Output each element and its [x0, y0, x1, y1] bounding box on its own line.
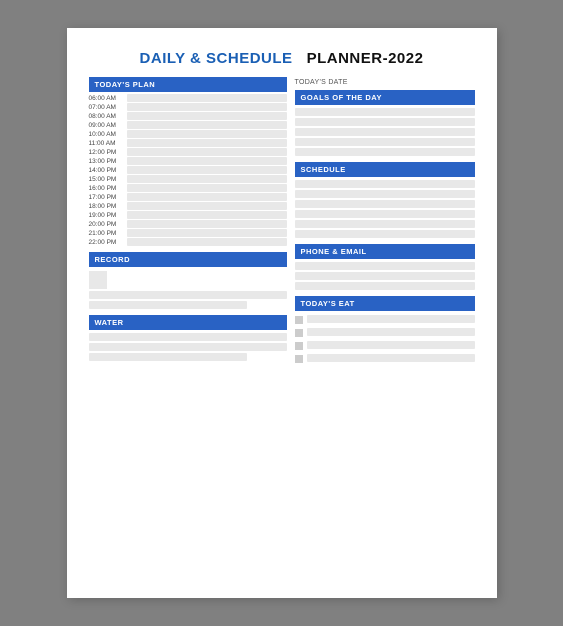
- time-row: 21:00 PM: [89, 229, 287, 237]
- eat-line-1: [307, 315, 475, 323]
- time-line: [127, 175, 287, 183]
- time-label: 10:00 AM: [89, 131, 127, 138]
- time-line: [127, 148, 287, 156]
- eat-checkbox-3: [295, 342, 303, 350]
- time-label: 22:00 PM: [89, 239, 127, 246]
- water-line-3: [89, 353, 247, 361]
- time-label: 15:00 PM: [89, 176, 127, 183]
- schedule-line-5: [295, 220, 475, 228]
- eat-row-3: [295, 341, 475, 351]
- time-label: 19:00 PM: [89, 212, 127, 219]
- time-label: 13:00 PM: [89, 158, 127, 165]
- time-line: [127, 130, 287, 138]
- time-slots: 06:00 AM 07:00 AM 08:00 AM 09:00 AM 10:00 AM…: [89, 94, 287, 246]
- time-row: 18:00 PM: [89, 202, 287, 210]
- eat-checkbox-4: [295, 355, 303, 363]
- time-row: 17:00 PM: [89, 193, 287, 201]
- record-line-2: [89, 301, 247, 309]
- page-title: DAILY & SCHEDULE PLANNER-2022: [89, 50, 475, 67]
- phone-email-header: PHONE & EMAIL: [295, 244, 475, 259]
- time-row: 14:00 PM: [89, 166, 287, 174]
- eat-row-2: [295, 328, 475, 338]
- time-row: 13:00 PM: [89, 157, 287, 165]
- schedule-line-4: [295, 210, 475, 218]
- time-line: [127, 220, 287, 228]
- time-line: [127, 166, 287, 174]
- todays-eat-header: TODAY'S EAT: [295, 296, 475, 311]
- time-line: [127, 184, 287, 192]
- main-layout: TODAY'S PLAN 06:00 AM 07:00 AM 08:00 AM 09:…: [89, 77, 475, 367]
- phone-line-2: [295, 272, 475, 280]
- record-line-1: [89, 291, 287, 299]
- time-row: 08:00 AM: [89, 112, 287, 120]
- phone-line-1: [295, 262, 475, 270]
- water-line-1: [89, 333, 287, 341]
- water-line-2: [89, 343, 287, 351]
- schedule-header: SCHEDULE: [295, 162, 475, 177]
- left-column: TODAY'S PLAN 06:00 AM 07:00 AM 08:00 AM 09:…: [89, 77, 287, 367]
- water-header: WATER: [89, 315, 287, 330]
- schedule-line-2: [295, 190, 475, 198]
- time-row: 06:00 AM: [89, 94, 287, 102]
- time-line: [127, 211, 287, 219]
- time-label: 21:00 PM: [89, 230, 127, 237]
- record-box: [89, 271, 107, 289]
- time-row: 09:00 AM: [89, 121, 287, 129]
- time-line: [127, 139, 287, 147]
- goals-line-1: [295, 108, 475, 116]
- time-label: 09:00 AM: [89, 122, 127, 129]
- time-line: [127, 94, 287, 102]
- time-line: [127, 238, 287, 246]
- time-line: [127, 112, 287, 120]
- goals-line-4: [295, 138, 475, 146]
- eat-checkbox-1: [295, 316, 303, 324]
- time-label: 20:00 PM: [89, 221, 127, 228]
- record-header: RECORD: [89, 252, 287, 267]
- eat-line-3: [307, 341, 475, 349]
- goals-line-5: [295, 148, 475, 156]
- eat-line-4: [307, 354, 475, 362]
- time-row: 11:00 AM: [89, 139, 287, 147]
- time-line: [127, 157, 287, 165]
- schedule-line-3: [295, 200, 475, 208]
- time-label: 16:00 PM: [89, 185, 127, 192]
- time-row: 15:00 PM: [89, 175, 287, 183]
- eat-checkbox-2: [295, 329, 303, 337]
- eat-line-2: [307, 328, 475, 336]
- time-label: 17:00 PM: [89, 194, 127, 201]
- time-label: 07:00 AM: [89, 104, 127, 111]
- time-label: 08:00 AM: [89, 113, 127, 120]
- time-row: 22:00 PM: [89, 238, 287, 246]
- schedule-line-1: [295, 180, 475, 188]
- time-row: 16:00 PM: [89, 184, 287, 192]
- time-row: 19:00 PM: [89, 211, 287, 219]
- todays-date-label: TODAY'S DATE: [295, 77, 475, 88]
- time-line: [127, 193, 287, 201]
- planner-page: DAILY & SCHEDULE PLANNER-2022 TODAY'S PL…: [67, 28, 497, 598]
- time-row: 07:00 AM: [89, 103, 287, 111]
- time-label: 11:00 AM: [89, 140, 127, 147]
- time-label: 14:00 PM: [89, 167, 127, 174]
- time-label: 06:00 AM: [89, 95, 127, 102]
- goals-line-2: [295, 118, 475, 126]
- right-column: TODAY'S DATE GOALS OF THE DAY SCHEDULE: [295, 77, 475, 367]
- time-row: 20:00 PM: [89, 220, 287, 228]
- time-line: [127, 202, 287, 210]
- goals-line-3: [295, 128, 475, 136]
- time-label: 18:00 PM: [89, 203, 127, 210]
- record-section: RECORD: [89, 252, 287, 309]
- time-line: [127, 229, 287, 237]
- time-label: 12:00 PM: [89, 149, 127, 156]
- time-line: [127, 103, 287, 111]
- eat-row-4: [295, 354, 475, 364]
- time-row: 10:00 AM: [89, 130, 287, 138]
- schedule-line-6: [295, 230, 475, 238]
- water-section: WATER: [89, 315, 287, 361]
- time-line: [127, 121, 287, 129]
- phone-line-3: [295, 282, 475, 290]
- eat-row-1: [295, 315, 475, 325]
- goals-header: GOALS OF THE DAY: [295, 90, 475, 105]
- time-row: 12:00 PM: [89, 148, 287, 156]
- todays-plan-header: TODAY'S PLAN: [89, 77, 287, 92]
